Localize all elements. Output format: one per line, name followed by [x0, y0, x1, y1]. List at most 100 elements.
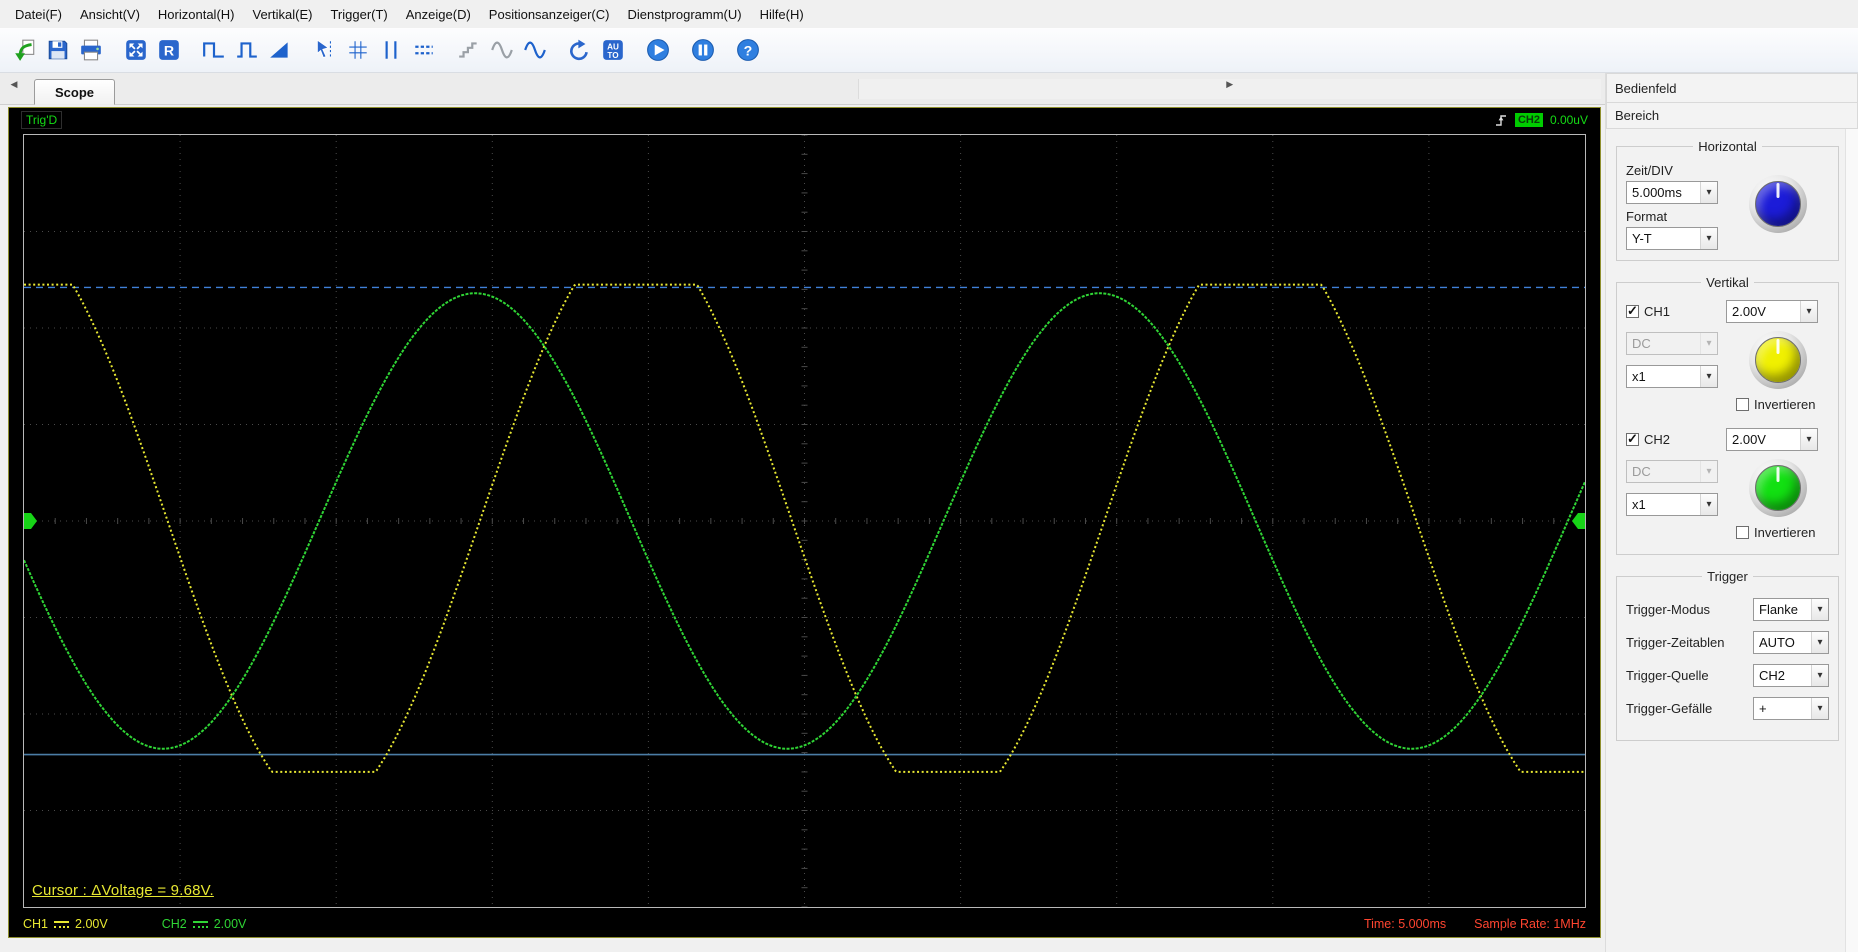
- knob-ring: [1748, 459, 1807, 517]
- dc-coupling-icon: [54, 920, 70, 929]
- run-button[interactable]: [643, 35, 673, 65]
- main-area: Scope Trig'D CH2 0.00uV: [0, 73, 1858, 952]
- tool-group: R: [121, 35, 184, 65]
- horizontal-cursors-button[interactable]: [409, 35, 439, 65]
- tool-group: [199, 35, 295, 65]
- smooth-interpolation-button[interactable]: [487, 35, 517, 65]
- auto-setup-button[interactable]: AU TO: [598, 35, 628, 65]
- tab-scroll-left-button[interactable]: [4, 79, 24, 99]
- format-select[interactable]: Y-T: [1626, 227, 1718, 250]
- ch2-position-knob[interactable]: [1748, 459, 1807, 517]
- waveform-chart: [24, 135, 1585, 907]
- sine-interpolation-button[interactable]: [520, 35, 550, 65]
- menu-positionsanzeiger[interactable]: Positionsanzeiger(C): [480, 2, 619, 27]
- acquisition-status: Time: 5.000ms Sample Rate: 1MHz: [1364, 917, 1586, 931]
- trigger-quelle-select[interactable]: CH2: [1753, 664, 1829, 687]
- panel-scrollbar[interactable]: [1845, 129, 1858, 952]
- square-wave-1-button[interactable]: [199, 35, 229, 65]
- undo-button[interactable]: [565, 35, 595, 65]
- vertikal-group: Vertikal CH1: [1616, 275, 1839, 555]
- reset-button[interactable]: R: [154, 35, 184, 65]
- ch1-enable-checkbox[interactable]: CH1: [1626, 303, 1726, 319]
- tab-scroll-right-button[interactable]: [857, 78, 1602, 99]
- menu-hilfe[interactable]: Hilfe(H): [751, 2, 813, 27]
- sine-interpolation-icon: [523, 38, 547, 62]
- svg-text:R: R: [164, 43, 174, 59]
- panel-body: Horizontal Zeit/DIV 5.000ms Format Y-T: [1606, 129, 1858, 952]
- ch1-coupling-select[interactable]: DC: [1626, 332, 1718, 355]
- checkbox-icon: [1626, 431, 1639, 447]
- ch2-invert-checkbox[interactable]: Invertieren: [1736, 525, 1815, 540]
- time-status: Time: 5.000ms: [1363, 917, 1447, 931]
- print-button[interactable]: [76, 35, 106, 65]
- menu-anzeige[interactable]: Anzeige(D): [397, 2, 480, 27]
- trigger-group: Trigger Trigger-Modus Flanke Trigger-Zei…: [1616, 569, 1839, 741]
- menu-dienstprogramm[interactable]: Dienstprogramm(U): [618, 2, 750, 27]
- dropdown-arrow-icon: [1700, 228, 1717, 249]
- menu-horizontal[interactable]: Horizontal(H): [149, 2, 244, 27]
- tab-scope[interactable]: Scope: [34, 79, 116, 105]
- vertical-cursors-icon: [379, 38, 403, 62]
- pause-button[interactable]: [688, 35, 718, 65]
- waveform-display[interactable]: Cursor : ΔVoltage = 9.68V.: [23, 134, 1586, 908]
- knob-pointer-icon: [1776, 183, 1779, 198]
- ch2-status: CH2 2.00V: [162, 917, 247, 931]
- menu-vertikal[interactable]: Vertikal(E): [244, 2, 322, 27]
- trigger-edge-icon: [1495, 115, 1506, 126]
- scope-column: Scope Trig'D CH2 0.00uV: [0, 73, 1605, 952]
- menu-trigger[interactable]: Trigger(T): [321, 2, 396, 27]
- ramp-wave-button[interactable]: [265, 35, 295, 65]
- help-button[interactable]: ?: [733, 35, 763, 65]
- cursor-measure-button[interactable]: [310, 35, 340, 65]
- svg-text:AU: AU: [607, 42, 619, 51]
- scope-header: Trig'D CH2 0.00uV: [9, 108, 1600, 132]
- tool-group: [643, 35, 673, 65]
- dc-coupling-icon: [192, 920, 208, 929]
- trigger-readout: CH2 0.00uV: [1494, 113, 1588, 127]
- combo-value: 2.00V: [1732, 432, 1766, 447]
- fit-to-screen-button[interactable]: [121, 35, 151, 65]
- dropdown-arrow-icon: [1811, 698, 1828, 719]
- vertical-cursors-button[interactable]: [376, 35, 406, 65]
- combo-value: x1: [1632, 369, 1646, 384]
- toolbar: R AU TO?: [0, 28, 1858, 73]
- grid-display-button[interactable]: [343, 35, 373, 65]
- channel-position-marker[interactable]: [24, 513, 37, 529]
- menu-ansicht[interactable]: Ansicht(V): [71, 2, 149, 27]
- ch1-scale-select[interactable]: 2.00V: [1726, 300, 1818, 323]
- trigger-zeitablen-select[interactable]: AUTO: [1753, 631, 1829, 654]
- ch2-enable-checkbox[interactable]: CH2: [1626, 431, 1726, 447]
- dropdown-arrow-icon: [1800, 301, 1817, 322]
- square-wave-2-button[interactable]: [232, 35, 262, 65]
- ch1-probe-select[interactable]: x1: [1626, 365, 1718, 388]
- horizontal-knob[interactable]: [1748, 175, 1807, 233]
- trigger-source-badge: CH2: [1514, 113, 1543, 127]
- ch1-invert-checkbox[interactable]: Invertieren: [1736, 397, 1815, 412]
- ramp-wave-icon: [268, 38, 292, 62]
- smooth-interpolation-icon: [490, 38, 514, 62]
- tool-group: ?: [733, 35, 763, 65]
- panel-fields: Horizontal Zeit/DIV 5.000ms Format Y-T: [1606, 129, 1845, 952]
- step-interpolation-button[interactable]: [454, 35, 484, 65]
- ch2-probe-select[interactable]: x1: [1626, 493, 1718, 516]
- ch2-coupling-select[interactable]: DC: [1626, 460, 1718, 483]
- dropdown-arrow-icon: [1800, 429, 1817, 450]
- ch2-status-label: CH2: [161, 917, 187, 931]
- trigger-legend: Trigger: [1707, 569, 1748, 584]
- zeit-div-select[interactable]: 5.000ms: [1626, 181, 1718, 204]
- ch2-checkbox-label: CH2: [1644, 432, 1671, 447]
- open-data-button[interactable]: [10, 35, 40, 65]
- application-window: Datei(F) Ansicht(V) Horizontal(H) Vertikal(…: [0, 0, 1858, 952]
- save-button[interactable]: [43, 35, 73, 65]
- combo-value: Flanke: [1759, 602, 1799, 617]
- checkbox-icon: [1736, 398, 1749, 411]
- trigger-gefaelle-select[interactable]: +: [1753, 697, 1829, 720]
- menu-datei[interactable]: Datei(F): [6, 2, 71, 27]
- tool-group: AU TO: [565, 35, 628, 65]
- trigger-modus-select[interactable]: Flanke: [1753, 598, 1829, 621]
- ch1-position-knob[interactable]: [1748, 331, 1807, 389]
- dropdown-arrow-icon: [1811, 632, 1828, 653]
- ch2-scale-select[interactable]: 2.00V: [1726, 428, 1818, 451]
- trigger-position-marker[interactable]: [1572, 513, 1585, 529]
- ch2-invert-label: Invertieren: [1754, 525, 1816, 540]
